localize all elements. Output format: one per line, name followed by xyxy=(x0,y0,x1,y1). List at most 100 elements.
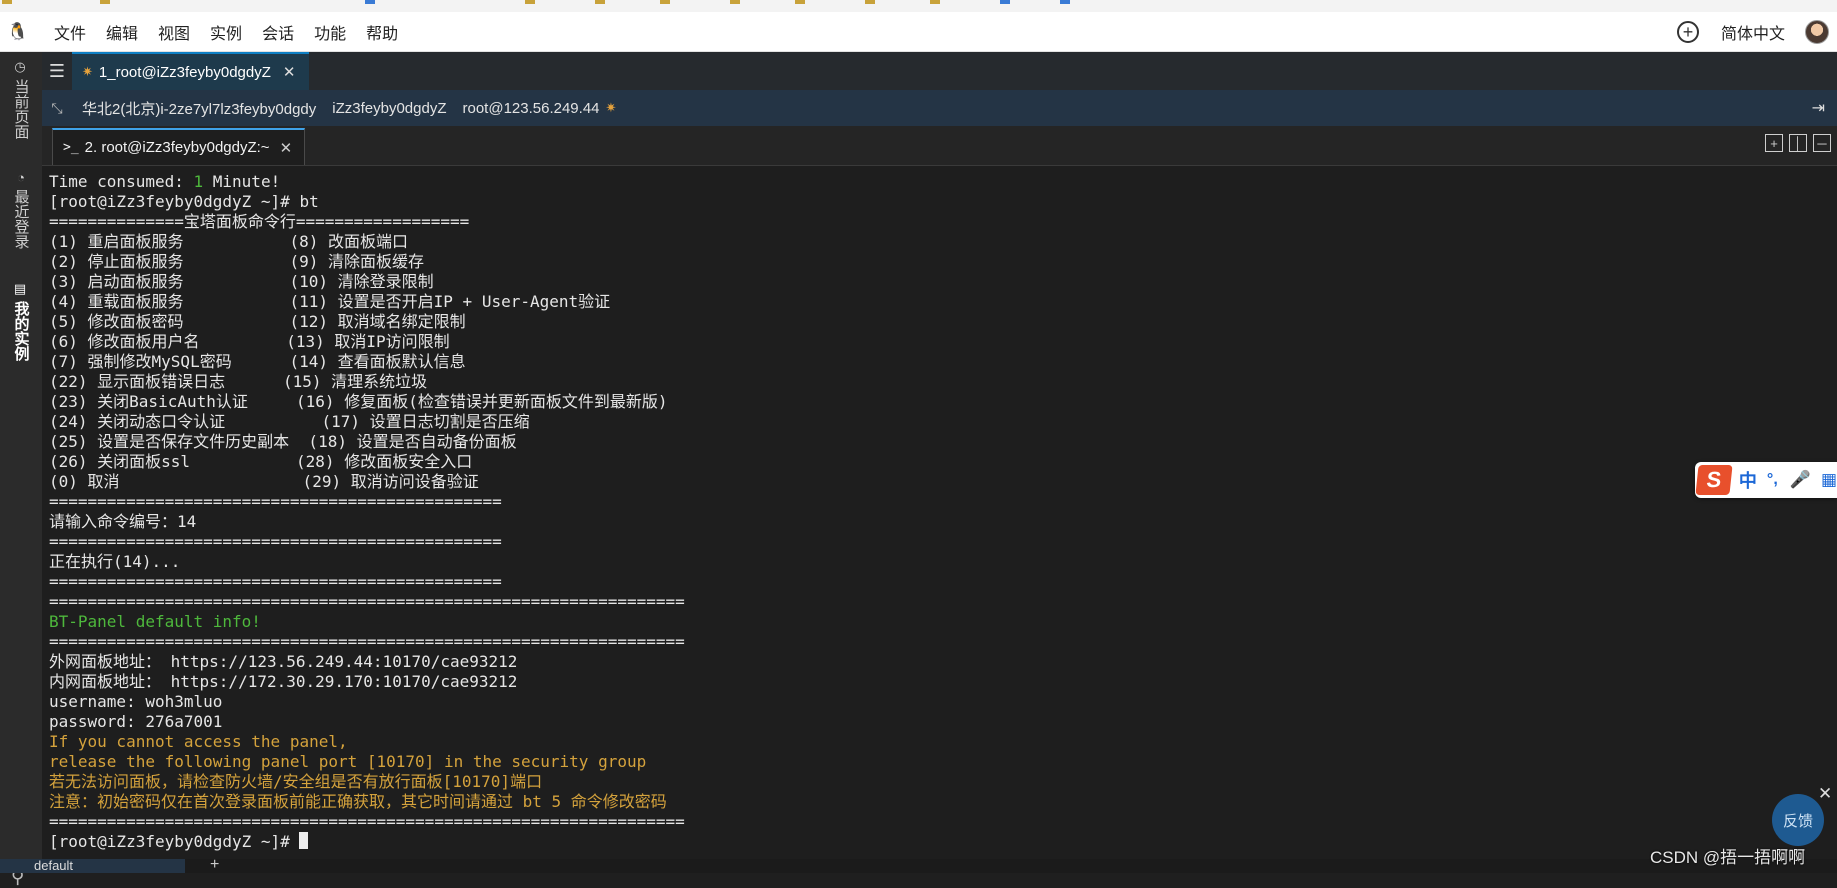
terminal-line-text: 请输入命令编号：14 xyxy=(49,512,197,531)
session-tab[interactable]: ✷ 1_root@iZz3feyby0dgdyZ ✕ xyxy=(72,52,310,90)
terminal-line: ========================================… xyxy=(49,572,685,592)
terminal-line: 注意：初始密码仅在首次登录面板前能正确获取，其它时间请通过 bt 5 命令修改密… xyxy=(49,792,685,812)
language-selector[interactable]: 简体中文 xyxy=(1721,20,1785,44)
terminal-line-text: 内网面板地址： https://172.30.29.170:10170/cae9… xyxy=(49,672,518,691)
list-icon[interactable]: ☰ xyxy=(42,52,72,90)
terminal-line-text: (23) 关闭BasicAuth认证 (16) 修复面板(检查错误并更新面板文件… xyxy=(49,392,668,411)
close-icon[interactable]: ✕ xyxy=(280,139,293,157)
terminal-line-rest: Minute! xyxy=(203,172,281,191)
terminal-prompt-icon: >_ xyxy=(63,140,79,155)
terminal-line: (1) 重启面板服务 (8) 改面板端口 xyxy=(49,232,685,252)
instance-hostname: iZz3feyby0dgdyZ xyxy=(332,99,447,117)
vtab-label: 最近登录 xyxy=(12,189,30,249)
split-horizontal-icon[interactable]: ─ xyxy=(1813,134,1831,152)
menu-function[interactable]: 功能 xyxy=(314,20,346,44)
instance-login: root@123.56.249.44 xyxy=(462,99,600,117)
terminal-line-text: username: woh3mluo xyxy=(49,692,223,711)
terminal-line: 外网面板地址： https://123.56.249.44:10170/cae9… xyxy=(49,652,685,672)
terminal-line-text: release the following panel port [10170]… xyxy=(49,752,647,771)
close-icon[interactable]: ✕ xyxy=(1818,784,1832,804)
terminal-tab-bar: >_ 2. root@iZz3feyby0dgdyZ:~ ✕ + │ ─ xyxy=(42,126,1837,166)
vtab-label: 当前页面 xyxy=(12,79,30,139)
history-icon: ◔ xyxy=(13,170,29,185)
terminal-tab[interactable]: >_ 2. root@iZz3feyby0dgdyZ:~ ✕ xyxy=(52,128,306,165)
terminal-line-text: (4) 重载面板服务 (11) 设置是否开启IP + User-Agent验证 xyxy=(49,292,611,311)
terminal-line-text: (7) 强制修改MySQL密码 (14) 查看面板默认信息 xyxy=(49,352,466,371)
vertical-sidebar: ◷ 当前页面 ◔ 最近登录 ▤ 我的实例 ⚲ xyxy=(0,52,42,887)
terminal-line-text: ==============宝塔面板命令行================== xyxy=(49,212,470,231)
terminal-line-text: Time consumed: xyxy=(49,172,194,191)
terminal-line: ========================================… xyxy=(49,492,685,512)
terminal-line: 请输入命令编号：14 xyxy=(49,512,685,532)
terminal-line: release the following panel port [10170]… xyxy=(49,752,685,772)
instance-info-bar: ⤡ 华北2(北京)i-2ze7yl7lz3feyby0dgdy iZz3feyb… xyxy=(42,90,1837,126)
connection-icon: ✷ xyxy=(605,100,617,115)
grid-icon[interactable]: ▦ xyxy=(1821,470,1837,490)
new-pane-icon[interactable]: + xyxy=(1765,134,1783,152)
expand-icon[interactable]: ⤡ xyxy=(42,100,72,117)
terminal-line: username: woh3mluo xyxy=(49,692,685,712)
instance-region: 华北2(北京)i-2ze7yl7lz3feyby0dgdy xyxy=(82,100,317,118)
terminal-line-text: ========================================… xyxy=(49,532,502,551)
terminal-line-text: (22) 显示面板错误日志 (15) 清理系统垃圾 xyxy=(49,372,428,391)
menu-help[interactable]: 帮助 xyxy=(366,20,398,44)
terminal-accent-value: 1 xyxy=(193,172,204,191)
feedback-button[interactable]: 反馈 xyxy=(1772,794,1824,846)
vtab-recent-login[interactable]: ◔ 最近登录 xyxy=(4,170,38,249)
terminal-line-text: If you cannot access the panel, xyxy=(49,732,348,751)
terminal-line-text: (25) 设置是否保存文件历史副本 (18) 设置是否自动备份面板 xyxy=(49,432,517,451)
menu-file[interactable]: 文件 xyxy=(54,20,86,44)
terminal-line-text: [root@iZz3feyby0dgdyZ ~]# xyxy=(49,832,300,851)
mic-icon[interactable]: 🎤 xyxy=(1790,470,1811,490)
exit-icon[interactable]: ⇥ xyxy=(1812,98,1825,118)
menu-instance[interactable]: 实例 xyxy=(210,20,242,44)
terminal-line-text: ========================================… xyxy=(49,492,502,511)
terminal-line-text: (26) 关闭面板ssl (28) 修改面板安全入口 xyxy=(49,452,473,471)
watermark: CSDN @捂一捂啊啊 xyxy=(1650,848,1806,867)
terminal-line: (5) 修改面板密码 (12) 取消域名绑定限制 xyxy=(49,312,685,332)
ime-toolbar[interactable]: S 中 °, 🎤 ▦ xyxy=(1695,462,1837,498)
terminal-line-text: (6) 修改面板用户名 (13) 取消IP访问限制 xyxy=(49,332,450,351)
terminal-line-text: [root@iZz3feyby0dgdyZ ~]# bt xyxy=(49,192,319,211)
terminal-line: ========================================… xyxy=(49,632,685,652)
vtab-current-page[interactable]: ◷ 当前页面 xyxy=(4,60,38,139)
terminal-line: ==============宝塔面板命令行================== xyxy=(49,212,685,232)
terminal-line-text: password: 276a7001 xyxy=(49,712,223,731)
terminal-line: (22) 显示面板错误日志 (15) 清理系统垃圾 xyxy=(49,372,685,392)
terminal-line-text: 外网面板地址： https://123.56.249.44:10170/cae9… xyxy=(49,652,518,671)
terminal-line: ========================================… xyxy=(49,592,685,612)
terminal-line: [root@iZz3feyby0dgdyZ ~]# bt xyxy=(49,192,685,212)
menu-session[interactable]: 会话 xyxy=(262,20,294,44)
ime-logo[interactable]: S xyxy=(1695,465,1733,495)
status-tab[interactable]: default xyxy=(0,859,185,873)
vtab-label: 我的实例 xyxy=(12,301,30,361)
terminal-line-text: 若无法访问面板，请检查防火墙/安全组是否有放行面板[10170]端口 xyxy=(49,772,543,791)
ime-mode[interactable]: 中 xyxy=(1739,467,1757,493)
terminal-line-text: (0) 取消 (29) 取消访问设备验证 xyxy=(49,472,479,491)
terminal-line: 正在执行(14)... xyxy=(49,552,685,572)
menu-edit[interactable]: 编辑 xyxy=(106,20,138,44)
terminal-line-text: BT-Panel default info! xyxy=(49,612,261,631)
add-circle-icon[interactable]: + xyxy=(1676,20,1699,43)
terminal-line: If you cannot access the panel, xyxy=(49,732,685,752)
avatar[interactable] xyxy=(1805,19,1829,44)
terminal-line: (25) 设置是否保存文件历史副本 (18) 设置是否自动备份面板 xyxy=(49,432,685,452)
terminal-line: (4) 重载面板服务 (11) 设置是否开启IP + User-Agent验证 xyxy=(49,292,685,312)
clock-icon: ◷ xyxy=(13,60,29,75)
terminal-line-text: (1) 重启面板服务 (8) 改面板端口 xyxy=(49,232,409,251)
split-vertical-icon[interactable]: │ xyxy=(1789,134,1807,152)
terminal-line: (6) 修改面板用户名 (13) 取消IP访问限制 xyxy=(49,332,685,352)
terminal-line-text: ========================================… xyxy=(49,812,685,831)
split-icons: + │ ─ xyxy=(1765,134,1837,152)
terminal-line-text: (5) 修改面板密码 (12) 取消域名绑定限制 xyxy=(49,312,466,331)
menu-view[interactable]: 视图 xyxy=(158,20,190,44)
close-icon[interactable]: ✕ xyxy=(283,63,296,81)
terminal-tab-label: 2. root@iZz3feyby0dgdyZ:~ xyxy=(84,139,270,156)
vtab-my-instances[interactable]: ▤ 我的实例 xyxy=(4,282,38,361)
add-tab-icon[interactable]: + xyxy=(210,856,219,874)
terminal-pane[interactable]: Time consumed: 1 Minute! [root@iZz3feyby0… xyxy=(42,166,1837,859)
terminal-line: (23) 关闭BasicAuth认证 (16) 修复面板(检查错误并更新面板文件… xyxy=(49,392,685,412)
ime-punct[interactable]: °, xyxy=(1767,471,1778,489)
tux-icon[interactable]: 🐧 xyxy=(0,12,36,51)
terminal-line-text: ========================================… xyxy=(49,632,685,651)
